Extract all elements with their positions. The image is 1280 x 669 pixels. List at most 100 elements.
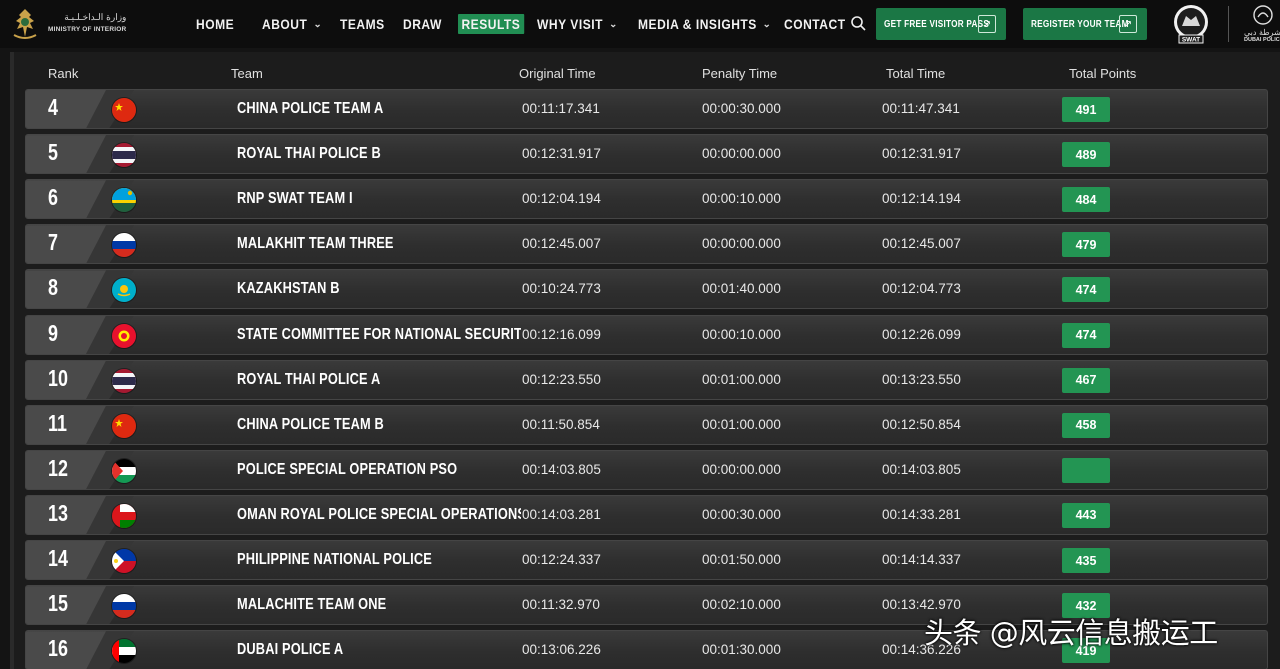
moi-text: وزارة الـداخـلـيـة MINISTRY OF INTERIOR — [48, 14, 126, 34]
table-row[interactable]: 5 ROYAL THAI POLICE B 00:12:31.917 00:00:00… — [25, 134, 1268, 175]
nav-home[interactable]: HOME — [196, 16, 234, 32]
kyrgyzstan-flag-icon — [112, 323, 136, 348]
thailand-flag-icon — [112, 143, 136, 168]
total-points-badge: 435 — [1062, 548, 1110, 573]
table-row[interactable]: 4 CHINA POLICE TEAM A 00:11:17.341 00:00:30… — [25, 89, 1268, 129]
team-name: MALACHITE TEAM ONE — [237, 596, 387, 614]
rank-value: 14 — [48, 545, 68, 571]
russia-flag-icon — [112, 594, 136, 619]
china-flag-icon — [112, 98, 136, 122]
rank-value: 16 — [48, 635, 68, 662]
penalty-time: 00:00:10.000 — [702, 191, 781, 207]
rwanda-flag-icon — [112, 188, 136, 213]
team-name: CHINA POLICE TEAM B — [237, 415, 384, 433]
nav-why-visit[interactable]: WHY VISIT ⌄ — [537, 16, 617, 32]
results-table: Rank Team Original Time Penalty Time Tot… — [10, 52, 1280, 669]
table-row[interactable]: 10 ROYAL THAI POLICE A 00:12:23.550 00:01:0… — [25, 359, 1268, 400]
original-time: 00:11:17.341 — [522, 101, 600, 116]
nav-label: HOME — [196, 16, 235, 32]
table-row[interactable]: 11 CHINA POLICE TEAM B 00:11:50.854 00:01:0… — [25, 404, 1268, 445]
total-time: 00:12:31.917 — [882, 146, 961, 162]
search-icon[interactable] — [850, 15, 868, 33]
team-cell: POLICE SPECIAL OPERATION PSO — [237, 451, 521, 489]
total-time: 00:12:14.194 — [882, 191, 961, 207]
total-points-badge: 491 — [1062, 97, 1110, 122]
total-time: 00:14:03.805 — [882, 461, 961, 477]
col-header-penalty-time: Penalty Time — [702, 66, 778, 81]
uae-flag-icon — [112, 639, 136, 664]
nav-media-insights[interactable]: MEDIA & INSIGHTS ⌄ — [638, 16, 771, 32]
total-points-badge: 458 — [1062, 412, 1110, 438]
table-row[interactable]: 14 PHILIPPINE NATIONAL POLICE 00:12:24.337… — [25, 540, 1268, 580]
chevron-down-icon: ⌄ — [608, 18, 618, 29]
total-time: 00:12:04.773 — [882, 281, 961, 297]
original-time: 00:14:03.805 — [522, 461, 601, 477]
team-name: ROYAL THAI POLICE A — [237, 370, 381, 388]
nav-teams[interactable]: TEAMS — [340, 16, 385, 32]
penalty-time: 00:00:30.000 — [702, 506, 781, 522]
swat-logo[interactable]: SWAT — [1172, 4, 1210, 44]
rank-value: 10 — [48, 364, 68, 391]
table-row[interactable]: 12 POLICE SPECIAL OPERATION PSO 00:14:03.8… — [25, 449, 1268, 490]
dubai-police-logo[interactable]: شرطة دبي DUBAI POLICE — [1244, 4, 1280, 44]
chevron-down-icon: ⌄ — [762, 18, 772, 29]
rank-value: 13 — [48, 499, 68, 526]
nav-results[interactable]: RESULTS — [458, 14, 524, 34]
register-team-button[interactable]: REGISTER YOUR TEAM ↗ — [1023, 8, 1147, 40]
team-cell: CHINA POLICE TEAM A — [237, 90, 521, 128]
total-points-badge: 474 — [1062, 277, 1110, 303]
team-name: CHINA POLICE TEAM A — [237, 100, 384, 117]
nav-draw[interactable]: DRAW — [403, 16, 442, 32]
dubai-police-english: DUBAI POLICE — [1244, 37, 1280, 43]
total-time: 00:11:47.341 — [882, 101, 960, 116]
team-name: MALAKHIT TEAM THREE — [237, 235, 394, 253]
team-cell: ROYAL THAI POLICE B — [237, 135, 521, 173]
team-name: ROYAL THAI POLICE B — [237, 145, 381, 163]
penalty-time: 00:01:00.000 — [702, 371, 781, 387]
penalty-time: 00:00:30.000 — [702, 101, 781, 116]
get-visitor-pass-button[interactable]: GET FREE VISITOR PASS ↗ — [876, 8, 1006, 40]
scrollbar[interactable] — [10, 52, 14, 669]
total-time: 00:12:45.007 — [882, 236, 961, 252]
nav-about[interactable]: ABOUT ⌄ — [262, 16, 322, 32]
nav-label: DRAW — [403, 16, 442, 32]
rank-value: 9 — [48, 319, 58, 346]
original-time: 00:11:32.970 — [522, 597, 600, 613]
nav-label: ABOUT — [262, 16, 308, 32]
nav-label: WHY VISIT — [537, 16, 603, 32]
total-points-badge: 443 — [1062, 502, 1110, 528]
original-time: 00:12:24.337 — [522, 552, 601, 567]
top-nav: وزارة الـداخـلـيـة MINISTRY OF INTERIOR … — [0, 0, 1280, 48]
arrow-up-right-icon: ↗ — [1119, 15, 1137, 33]
philippines-flag-icon — [112, 549, 136, 573]
rank-value: 8 — [48, 274, 58, 301]
logo-divider — [1228, 6, 1229, 42]
total-points-badge: 474 — [1062, 322, 1110, 348]
dubai-police-arabic: شرطة دبي — [1244, 28, 1280, 37]
swat-logo-text: SWAT — [1182, 37, 1200, 44]
rank-value: 11 — [48, 409, 67, 436]
china-flag-icon — [112, 413, 136, 438]
rank-value: 12 — [48, 454, 68, 481]
original-time: 00:12:04.194 — [522, 191, 601, 207]
penalty-time: 00:01:30.000 — [702, 642, 781, 658]
original-time: 00:12:23.550 — [522, 371, 601, 387]
table-row[interactable]: 9 STATE COMMITTEE FOR NATIONAL SECURITY O… — [25, 314, 1268, 355]
total-points-badge: 489 — [1062, 142, 1110, 168]
team-cell: OMAN ROYAL POLICE SPECIAL OPERATIONS TEA… — [237, 496, 521, 534]
col-header-rank: Rank — [48, 66, 79, 81]
penalty-time: 00:01:00.000 — [702, 416, 781, 432]
table-row[interactable]: 13 OMAN ROYAL POLICE SPECIAL OPERATIONS T… — [25, 494, 1268, 535]
team-name: PHILIPPINE NATIONAL POLICE — [237, 551, 432, 568]
table-row[interactable]: 8 KAZAKHSTAN B 00:10:24.773 00:01:40.000 00:… — [25, 269, 1268, 310]
team-cell: MALAKHIT TEAM THREE — [237, 225, 521, 263]
watermark: 头条 @风云信息搬运工 — [924, 616, 1218, 650]
nav-label: CONTACT — [784, 16, 846, 32]
table-row[interactable]: 6 RNP SWAT TEAM I 00:12:04.194 00:00:10.000… — [25, 179, 1268, 220]
penalty-time: 00:00:00.000 — [702, 236, 781, 252]
table-row[interactable]: 7 MALAKHIT TEAM THREE 00:12:45.007 00:00:00… — [25, 224, 1268, 265]
ministry-of-interior-logo[interactable]: وزارة الـداخـلـيـة MINISTRY OF INTERIOR — [10, 6, 126, 42]
penalty-time: 00:01:40.000 — [702, 281, 781, 297]
nav-contact[interactable]: CONTACT — [784, 16, 846, 32]
oman-flag-icon — [112, 503, 136, 528]
